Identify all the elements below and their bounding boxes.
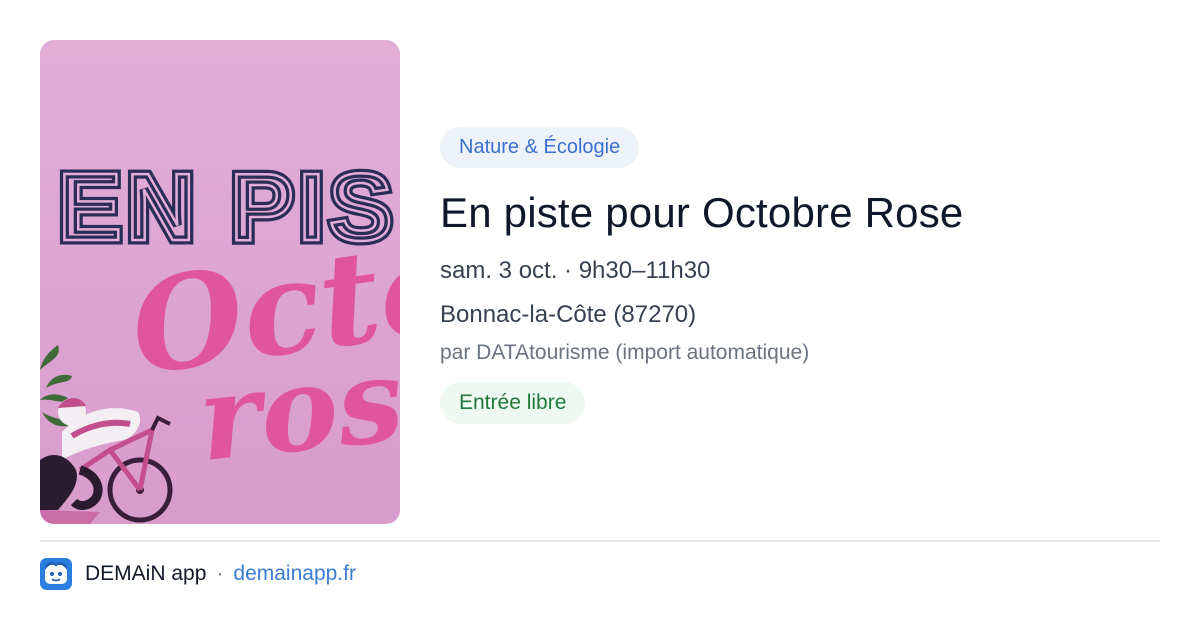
cyclist-illustration [40,397,173,524]
event-location: Bonnac-la-Côte (87270) [440,301,697,328]
category-badge[interactable]: Nature & Écologie [440,127,640,168]
app-logo-icon[interactable] [40,558,72,590]
price-badge: Entrée libre [440,382,586,424]
poster-artwork: EN PIS EN PIS Octo ros [40,150,400,524]
footer-divider [40,540,1160,542]
event-source: par DATAtourisme (import automatique) [440,341,810,364]
event-details: Nature & Écologie En piste pour Octobre … [440,127,1160,424]
footer: DEMAiN app · demainapp.fr [40,557,356,591]
event-title: En piste pour Octobre Rose [440,189,964,236]
app-name: DEMAiN app [85,562,207,585]
event-poster-image[interactable]: EN PIS EN PIS Octo ros [40,40,400,524]
poster-script-line2: ros [192,331,400,488]
app-website-link[interactable]: demainapp.fr [233,562,356,586]
footer-separator: · [216,562,224,585]
event-datetime: sam. 3 oct. · 9h30–11h30 [440,257,711,284]
